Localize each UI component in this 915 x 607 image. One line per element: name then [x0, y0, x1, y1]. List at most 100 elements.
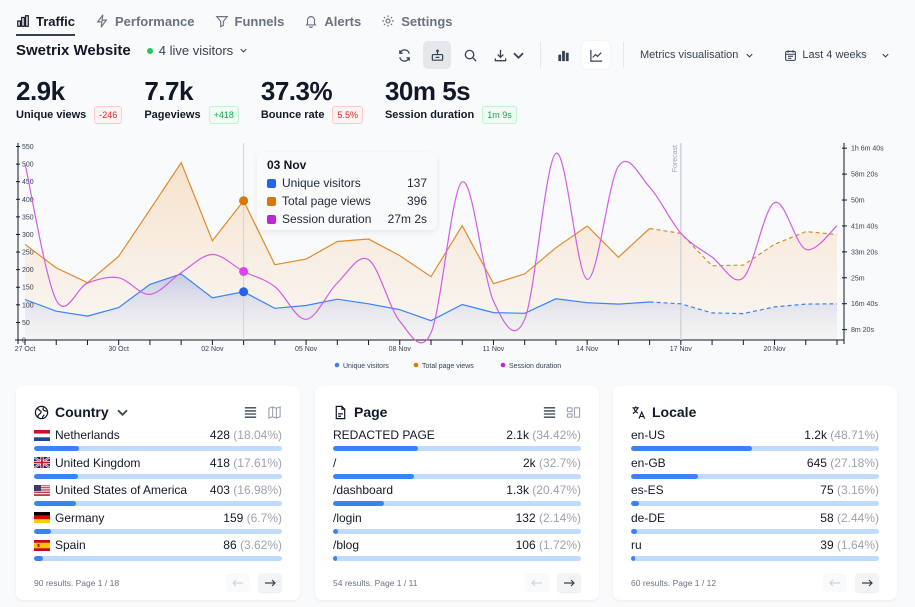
prev-page-button[interactable] [525, 573, 549, 592]
list-item[interactable]: Netherlands 428 (18.04%) [34, 427, 282, 453]
legend-marker [413, 362, 419, 368]
list-view-icon[interactable] [243, 405, 258, 420]
row-name: ru [631, 538, 642, 553]
y-tick-label: 550 [22, 144, 34, 151]
tab-traffic[interactable]: Traffic [16, 8, 76, 36]
next-page-button[interactable] [557, 573, 581, 592]
list-item[interactable]: Spain 86 (3.62%) [34, 537, 282, 563]
list-item[interactable]: United Kingdom 418 (17.61%) [34, 455, 282, 481]
list-item[interactable]: REDACTED PAGE 2.1k (34.42%) [333, 427, 581, 453]
row-value: 159 [223, 510, 244, 525]
metric-value: 30m 5s [384, 76, 471, 106]
list-item[interactable]: /login 132 (2.14%) [333, 510, 581, 536]
refresh-button[interactable] [390, 41, 418, 69]
list-item[interactable]: /blog 106 (1.72%) [333, 537, 581, 563]
country-card-title[interactable]: Country [34, 404, 130, 420]
list-item[interactable]: es-ES 75 (3.16%) [631, 482, 879, 508]
y-tick-label: 350 [22, 214, 34, 221]
progress-bar [34, 501, 282, 507]
tab-settings[interactable]: Settings [381, 8, 453, 34]
list-item[interactable]: United States of America 403 (16.98%) [34, 482, 282, 508]
progress-bar [631, 473, 879, 479]
row-percent: (6.7%) [246, 510, 282, 525]
search-button[interactable] [456, 41, 484, 69]
metric-pageviews: 7.7k Pageviews +418 [144, 76, 239, 124]
tab-label: Traffic [36, 13, 76, 29]
locale-card: Locale en-US 1.2k (48.71%) en-GB 645 (27.1… [613, 386, 897, 600]
y-tick-label: 250 [22, 250, 34, 257]
pagination-info: 60 results. Page 1 / 12 [631, 577, 717, 588]
series-swatch [267, 196, 276, 206]
list-item[interactable]: /dashboard 1.3k (20.47%) [333, 482, 581, 508]
total-page-views-point [239, 196, 249, 206]
download-button[interactable] [493, 48, 526, 63]
tab-funnels[interactable]: Funnels [215, 8, 284, 34]
y-tick-label: 150 [22, 285, 34, 292]
prev-page-button[interactable] [226, 573, 250, 592]
row-percent: (27.18%) [830, 455, 879, 470]
tab-label: Settings [401, 13, 453, 29]
row-name: / [333, 455, 337, 470]
tab-performance[interactable]: Performance [95, 8, 195, 34]
tree-view-icon[interactable] [566, 405, 581, 420]
usa-flag-icon [34, 484, 50, 496]
map-view-icon[interactable] [267, 405, 282, 420]
row-percent: (3.16%) [836, 483, 879, 498]
next-page-button[interactable] [855, 573, 879, 592]
progress-fill [631, 528, 638, 534]
y-right-tick-label: 33m 20s [851, 249, 878, 256]
row-percent: (2.44%) [836, 510, 879, 525]
spain-flag-icon [34, 539, 50, 551]
list-item[interactable]: ru 39 (1.64%) [631, 537, 879, 563]
next-page-button[interactable] [258, 573, 282, 592]
metric-label: Session duration [384, 109, 475, 121]
progress-bar [34, 556, 282, 562]
progress-fill [34, 473, 78, 479]
list-item[interactable]: en-US 1.2k (48.71%) [631, 427, 879, 453]
bar-chart-view-button[interactable] [549, 41, 577, 69]
period-label: Last 4 weeks [802, 49, 867, 61]
chart-tooltip: 03 Nov Unique visitors 137 Total page vi… [257, 152, 437, 230]
x-tick-label: 05 Nov [295, 346, 318, 353]
progress-fill [34, 501, 77, 507]
row-name: Netherlands [55, 428, 120, 442]
row-value: 428 [209, 428, 230, 442]
list-item[interactable]: / 2k (32.7%) [333, 455, 581, 481]
progress-bar [631, 528, 879, 534]
bot-filter-button[interactable] [423, 41, 451, 69]
chevron-down-icon [240, 48, 247, 53]
pagination-info: 90 results. Page 1 / 18 [34, 577, 120, 588]
progress-bar [333, 473, 581, 479]
progress-bar [631, 446, 879, 451]
list-item[interactable]: de-DE 58 (2.44%) [631, 510, 879, 536]
arrow-right-icon [265, 579, 276, 586]
line-chart-view-button[interactable] [582, 41, 610, 69]
row-percent: (48.71%) [830, 428, 879, 442]
metrics-visualisation-dropdown[interactable]: Metrics visualisation [640, 49, 754, 61]
progress-fill [34, 528, 51, 534]
live-visitors-dropdown[interactable]: 4 live visitors [146, 43, 248, 58]
session-duration-point [239, 266, 249, 276]
tab-alerts[interactable]: Alerts [304, 8, 361, 34]
y-tick-label: 50 [22, 320, 30, 327]
bar-chart-icon [557, 50, 569, 61]
chevron-down-icon [746, 53, 754, 58]
metric-bounce-rate: 37.3% Bounce rate 5.5% [261, 76, 363, 124]
list-item[interactable]: Germany 159 (6.7%) [34, 510, 282, 536]
y-right-tick-label: 41m 40s [851, 223, 878, 230]
tooltip-row: Total page views 396 [267, 192, 427, 210]
list-item[interactable]: en-GB 645 (27.18%) [631, 455, 879, 481]
arrow-right-icon [564, 579, 575, 586]
period-dropdown[interactable]: Last 4 weeks [784, 49, 889, 62]
prev-page-button[interactable] [823, 573, 847, 592]
card-title-text: Locale [652, 404, 697, 420]
list-view-icon[interactable] [542, 405, 557, 420]
tooltip-series-value: 137 [406, 176, 427, 190]
tooltip-series-value: 27m 2s [387, 212, 427, 226]
arrow-right-icon [862, 579, 873, 586]
progress-fill [34, 446, 79, 451]
row-value: 106 [515, 538, 536, 553]
traffic-chart[interactable]: 0501001502002503003504004505005508m 20s1… [0, 136, 915, 376]
row-value: 645 [806, 455, 827, 470]
metrics-summary: 2.9k Unique views -246 7.7k Pageviews +418… [16, 76, 517, 124]
